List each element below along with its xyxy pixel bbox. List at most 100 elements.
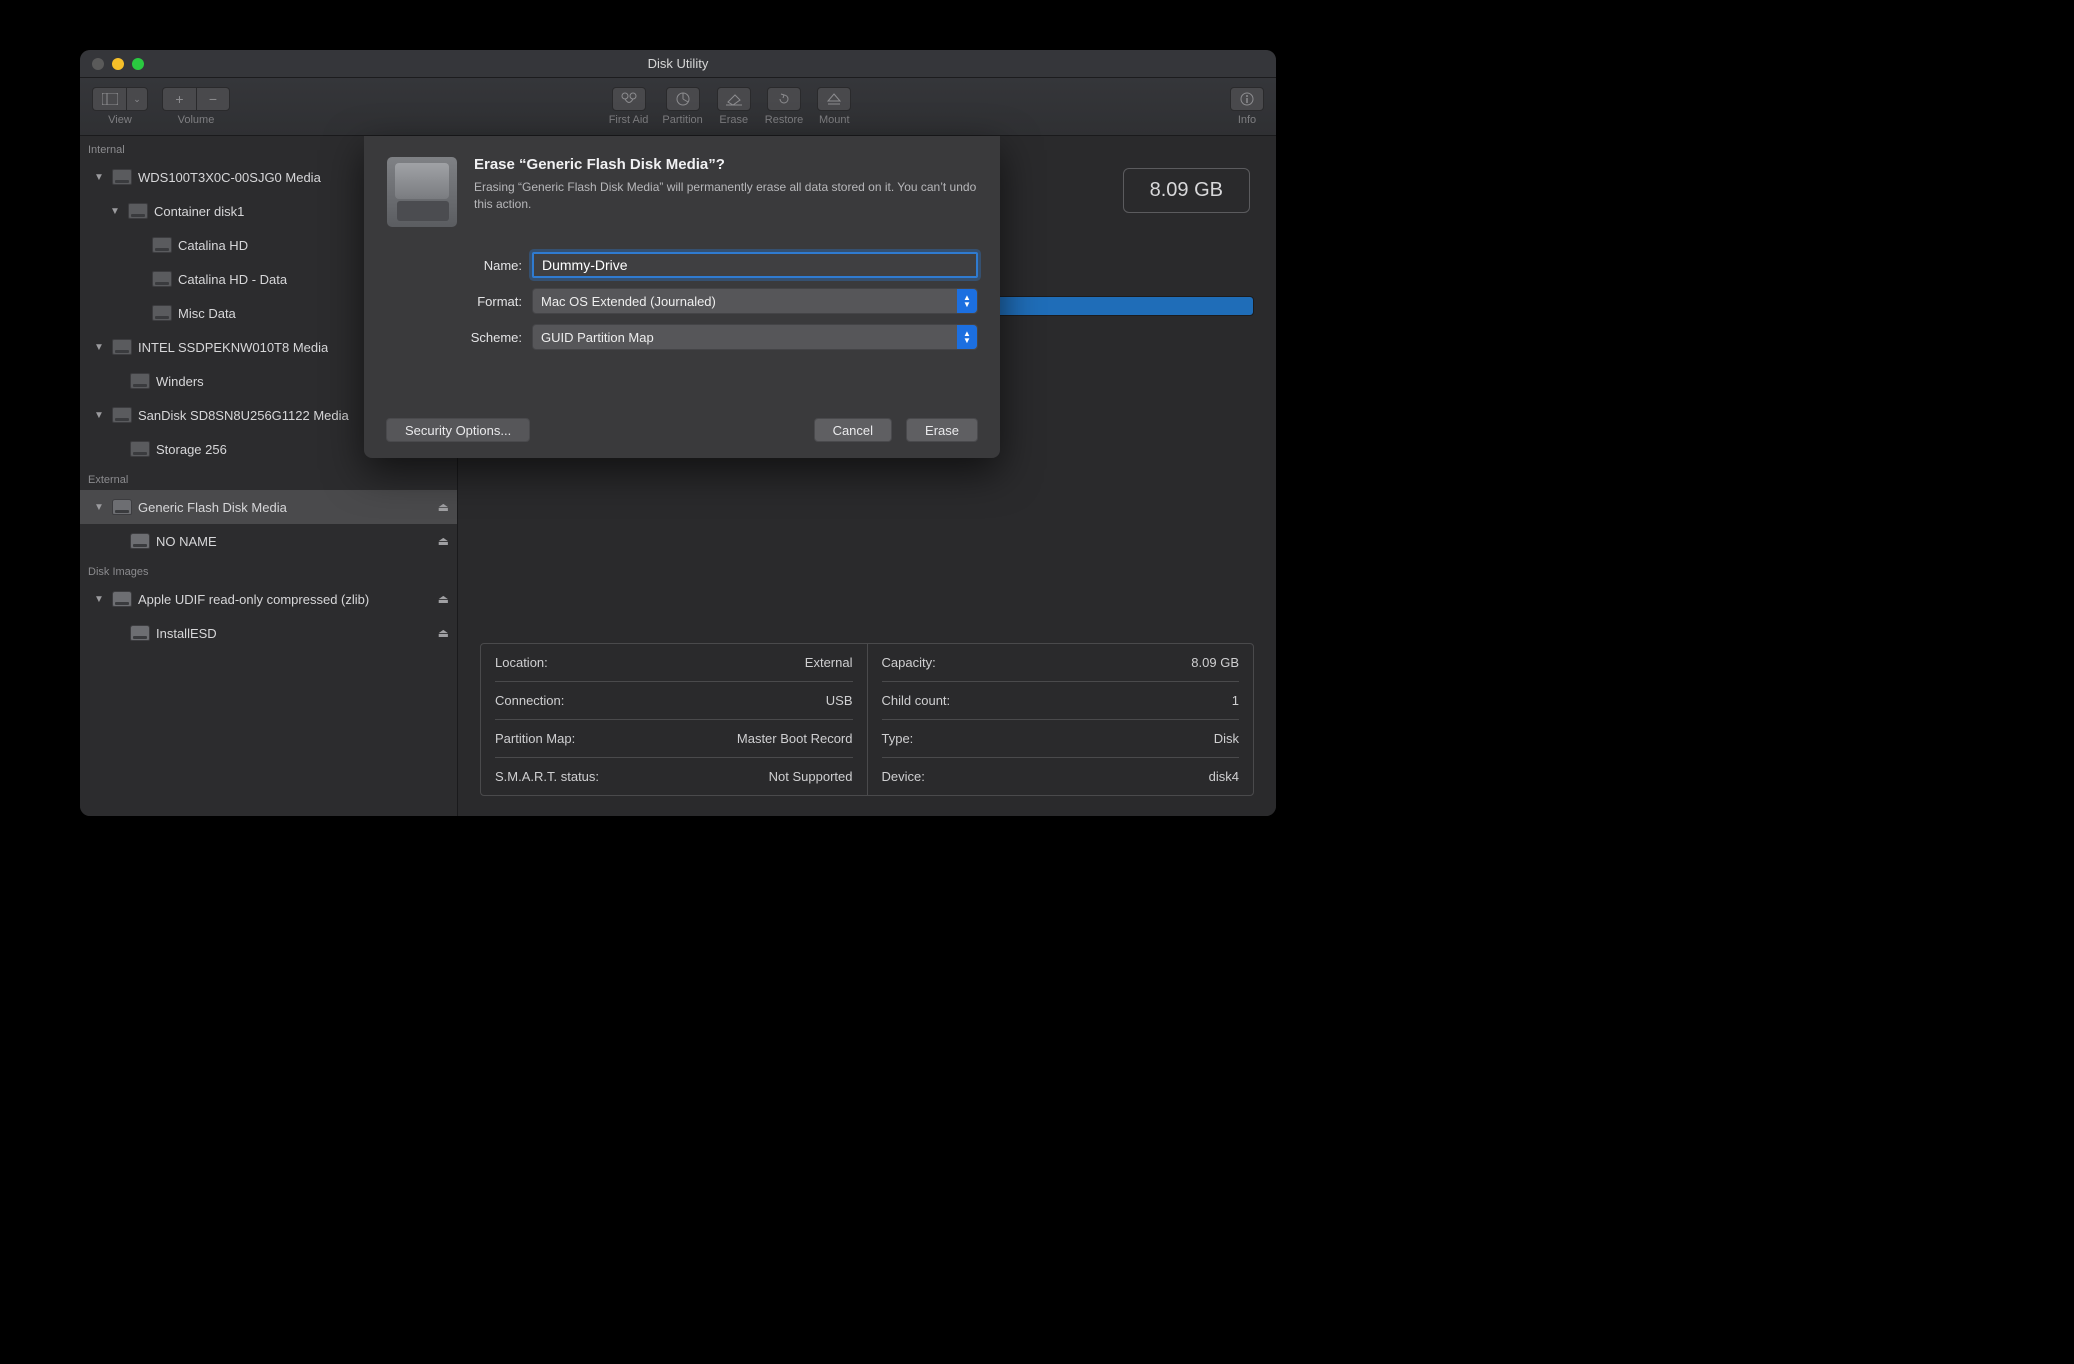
format-select[interactable]: Mac OS Extended (Journaled) ▲▼ <box>532 288 978 314</box>
sidebar-item-label: Catalina HD - Data <box>178 272 287 287</box>
sidebar-item-generic-flash[interactable]: ▼ Generic Flash Disk Media ⏏ <box>80 490 457 524</box>
erase-button[interactable] <box>717 87 751 111</box>
info-button[interactable] <box>1230 87 1264 111</box>
erase-sheet: Erase “Generic Flash Disk Media”? Erasin… <box>364 136 1000 458</box>
disclosure-triangle-icon[interactable]: ▼ <box>92 342 106 353</box>
detail-value: Not Supported <box>769 769 853 784</box>
view-menu-button[interactable]: ⌄ <box>126 87 148 111</box>
sidebar-item-label: INTEL SSDPEKNW010T8 Media <box>138 340 328 355</box>
eraser-icon <box>725 92 743 106</box>
detail-row: Device:disk4 <box>882 758 1240 795</box>
detail-key: S.M.A.R.T. status: <box>495 769 599 784</box>
sidebar-item-label: Catalina HD <box>178 238 248 253</box>
detail-row: S.M.A.R.T. status: Not Supported <box>495 758 853 795</box>
partition-group: Partition <box>662 87 702 126</box>
disclosure-triangle-icon[interactable]: ▼ <box>108 206 122 217</box>
eject-icon[interactable]: ⏏ <box>438 500 449 514</box>
restore-group: Restore <box>765 87 804 126</box>
view-group: ⌄ View <box>92 87 148 126</box>
external-disk-icon <box>130 533 150 549</box>
restore-arrow-icon <box>776 91 792 107</box>
close-window-icon[interactable] <box>92 58 104 70</box>
first-aid-label: First Aid <box>609 114 649 126</box>
detail-value: USB <box>826 693 853 708</box>
erase-confirm-button[interactable]: Erase <box>906 418 978 442</box>
detail-value: 1 <box>1232 693 1239 708</box>
info-label: Info <box>1238 114 1256 126</box>
detail-key: Child count: <box>882 693 951 708</box>
eject-icon[interactable]: ⏏ <box>438 534 449 548</box>
sidebar-icon <box>102 93 118 105</box>
first-aid-button[interactable] <box>612 87 646 111</box>
disclosure-triangle-icon[interactable]: ▼ <box>92 172 106 183</box>
partition-button[interactable] <box>666 87 700 111</box>
cancel-button[interactable]: Cancel <box>814 418 892 442</box>
detail-value: Master Boot Record <box>737 731 853 746</box>
restore-button[interactable] <box>767 87 801 111</box>
mount-icon <box>826 92 842 106</box>
detail-row: Partition Map:Master Boot Record <box>495 720 853 758</box>
internal-disk-icon <box>130 441 150 457</box>
mount-label: Mount <box>819 114 850 126</box>
sidebar-item-label: Winders <box>156 374 204 389</box>
plus-icon: + <box>175 91 183 107</box>
detail-key: Capacity: <box>882 655 936 670</box>
disk-details: Location:External Connection:USB Partiti… <box>480 643 1254 796</box>
detail-row: Child count: 1 <box>882 682 1240 720</box>
sidebar-item-label: Misc Data <box>178 306 236 321</box>
erase-form: Name: Format: Mac OS Extended (Journaled… <box>386 252 978 350</box>
partition-label: Partition <box>662 114 702 126</box>
disclosure-triangle-icon[interactable]: ▼ <box>92 410 106 421</box>
toolbar: ⌄ View + − Volume First Aid Partition <box>80 78 1276 136</box>
disk-utility-window: Disk Utility ⌄ View + − Volume <box>80 50 1276 816</box>
hard-drive-icon <box>386 156 458 228</box>
info-icon <box>1239 91 1255 107</box>
detail-key: Location: <box>495 655 548 670</box>
scheme-select[interactable]: GUID Partition Map ▲▼ <box>532 324 978 350</box>
sidebar-item-label: SanDisk SD8SN8U256G1122 Media <box>138 408 349 423</box>
volume-add-button[interactable]: + <box>162 87 196 111</box>
select-arrows-icon: ▲▼ <box>957 325 977 349</box>
view-label: View <box>108 114 132 126</box>
sheet-subtitle: Erasing “Generic Flash Disk Media” will … <box>474 179 978 214</box>
sidebar-item-noname[interactable]: NO NAME ⏏ <box>80 524 457 558</box>
erase-label: Erase <box>719 114 748 126</box>
detail-key: Connection: <box>495 693 564 708</box>
volume-label: Volume <box>178 114 215 126</box>
internal-disk-icon <box>112 169 132 185</box>
detail-key: Type: <box>882 731 914 746</box>
eject-icon[interactable]: ⏏ <box>438 626 449 640</box>
volume-remove-button[interactable]: − <box>196 87 230 111</box>
disk-image-icon <box>130 625 150 641</box>
sidebar-item-label: InstallESD <box>156 626 217 641</box>
sidebar-section-diskimages: Disk Images <box>80 558 457 582</box>
internal-disk-icon <box>128 203 148 219</box>
internal-disk-icon <box>152 237 172 253</box>
internal-disk-icon <box>152 305 172 321</box>
internal-disk-icon <box>152 271 172 287</box>
sidebar-item-label: Apple UDIF read-only compressed (zlib) <box>138 592 369 607</box>
disclosure-triangle-icon[interactable]: ▼ <box>92 502 106 513</box>
sidebar-item-installesd[interactable]: InstallESD ⏏ <box>80 616 457 650</box>
name-input[interactable] <box>532 252 978 278</box>
titlebar: Disk Utility <box>80 50 1276 78</box>
sidebar-item-label: Generic Flash Disk Media <box>138 500 287 515</box>
minimize-window-icon[interactable] <box>112 58 124 70</box>
info-group: Info <box>1230 87 1264 126</box>
sidebar-item-label: NO NAME <box>156 534 217 549</box>
view-sidebar-button[interactable] <box>92 87 126 111</box>
window-title: Disk Utility <box>648 56 709 71</box>
detail-value: 8.09 GB <box>1191 655 1239 670</box>
security-options-button[interactable]: Security Options... <box>386 418 530 442</box>
details-right-column: Capacity: 8.09 GB Child count: 1 Type:Disk… <box>868 644 1254 795</box>
disclosure-triangle-icon[interactable]: ▼ <box>92 594 106 605</box>
internal-disk-icon <box>112 407 132 423</box>
scheme-value: GUID Partition Map <box>541 330 654 345</box>
detail-row: Type:Disk <box>882 720 1240 758</box>
zoom-window-icon[interactable] <box>132 58 144 70</box>
eject-icon[interactable]: ⏏ <box>438 592 449 606</box>
sidebar-item-udif[interactable]: ▼ Apple UDIF read-only compressed (zlib)… <box>80 582 457 616</box>
internal-disk-icon <box>112 339 132 355</box>
mount-button[interactable] <box>817 87 851 111</box>
format-value: Mac OS Extended (Journaled) <box>541 294 716 309</box>
